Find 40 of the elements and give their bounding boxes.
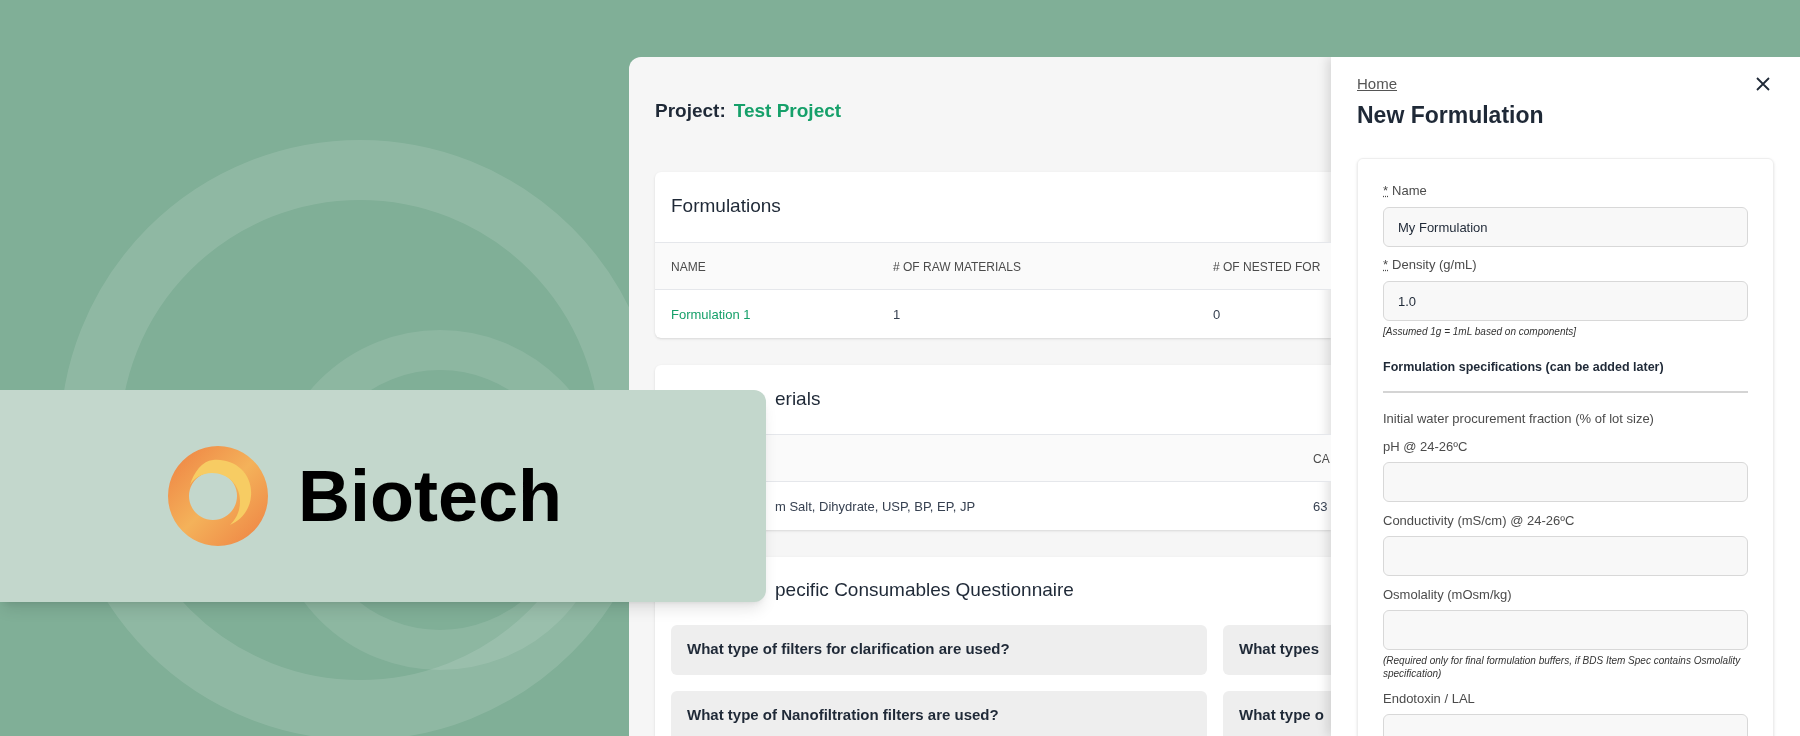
project-label: Project: [655,99,726,123]
input-field[interactable]: My Formulation [1383,207,1748,247]
formulation-link[interactable]: Formulation 1 [671,304,751,324]
table-cell-text: 63 [1313,497,1328,516]
field-label: Conductivity (mS/cm) @ 24-26ºC [1383,511,1575,530]
field-label: Endotoxin / LAL [1383,689,1475,708]
column-header: # OF RAW MATERIALS [893,258,1021,276]
input-field[interactable]: 1.0 [1383,281,1748,321]
table-cell-text: 0 [1213,305,1221,324]
input-field[interactable] [1383,462,1748,503]
question-button[interactable]: What type of Nanofiltration filters are used? [671,690,1207,736]
input-field[interactable] [1383,536,1748,577]
column-header: CA [1313,450,1330,468]
ring-logo-icon [167,445,269,547]
card-title: pecific Consumables Questionnaire [775,578,1074,603]
home-link[interactable]: Home [1357,73,1397,96]
brand-name: Biotech [298,460,563,532]
question-button[interactable]: What types [1223,624,1331,675]
section-heading: Formulation specifications (can be added later) [1383,359,1665,376]
card-title: Formulations [671,194,781,219]
field-hint: (Required only for final formulation buffers, if BDS Item Spec contains Osmolality specification) [1383,654,1742,681]
field-label: Initial water procurement fraction (% of lot size) [1383,409,1655,428]
project-name: Test Project [733,99,842,123]
field-label: Name [1392,182,1427,201]
drawer-title: New Formulation [1357,100,1545,130]
field-label: Osmolality (mOsm/kg) [1383,585,1512,604]
table-cell-text: 1 [893,305,901,324]
input-field[interactable] [1383,610,1748,651]
close-icon[interactable] [1756,77,1770,92]
field-hint: [Assumed 1g = 1mL based on components] [1383,325,1577,338]
question-button[interactable]: What type o [1223,690,1331,736]
card-title: erials [775,386,821,411]
field-label: pH @ 24-26ºC [1383,437,1468,456]
column-header: # OF NESTED FOR [1213,258,1321,276]
question-button[interactable]: What type of filters for clarification are used? [671,624,1207,675]
table-cell-text: m Salt, Dihydrate, USP, BP, EP, JP [775,497,976,516]
required-mark: * [1383,182,1389,201]
column-header: NAME [671,258,706,276]
field-label: Density (g/mL) [1392,256,1477,275]
required-mark: * [1383,256,1389,275]
